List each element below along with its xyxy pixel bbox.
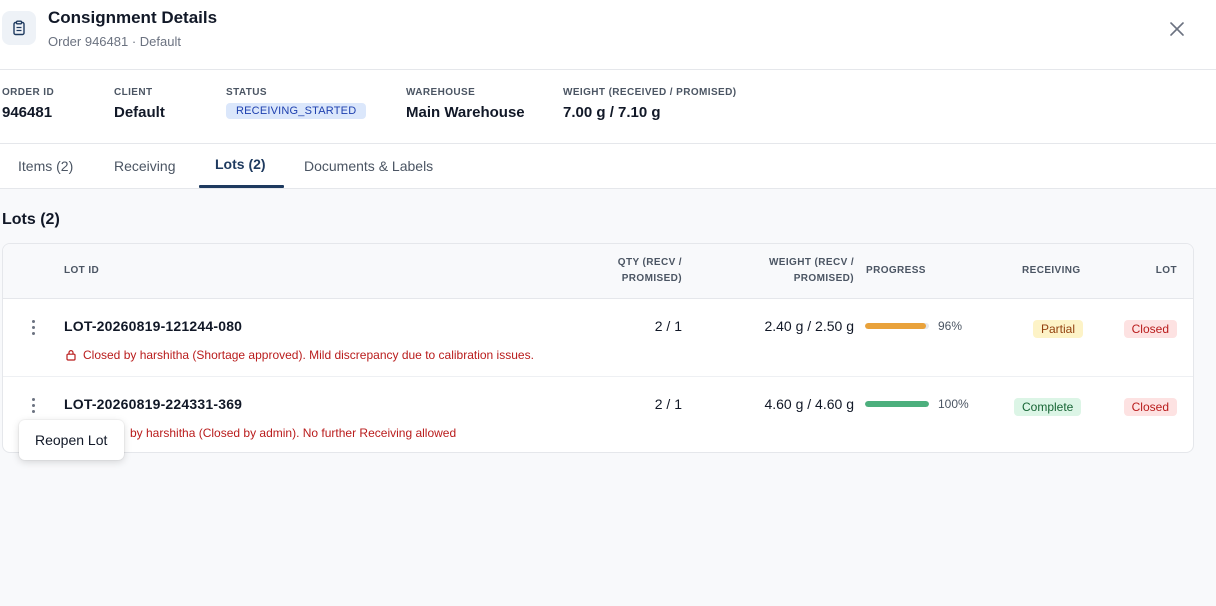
lot-status-badge: Closed [1123, 398, 1177, 416]
table-header: LOT ID QTY (RECV / PROMISED) WEIGHT (REC… [3, 244, 1193, 299]
lot-status-badge: Closed [1123, 320, 1177, 338]
table-row: LOT-20260819-121244-080 2 / 1 2.40 g / 2… [3, 299, 1193, 377]
warehouse-label: WAREHOUSE [406, 87, 476, 98]
active-tab-indicator [199, 185, 284, 188]
col-qty-line2: PROMISED) [621, 273, 682, 284]
page-subtitle: Order 946481 · Default [48, 34, 181, 49]
tab-items[interactable]: Items (2) [18, 158, 73, 174]
status-label: STATUS [226, 87, 267, 98]
close-button[interactable] [1166, 18, 1188, 40]
kebab-dot [31, 409, 35, 413]
client-value: Default [114, 104, 165, 121]
progress-percent: 96% [938, 319, 963, 333]
col-qty: QTY (RECV / PROMISED) [618, 255, 682, 287]
page-title: Consignment Details [48, 8, 218, 27]
tab-receiving[interactable]: Receiving [114, 158, 175, 174]
weight-field: WEIGHT (RECEIVED / PROMISED) 7.00 g / 7.… [563, 87, 736, 121]
reopen-lot-menu-item[interactable]: Reopen Lot [35, 432, 107, 448]
progress-bar [865, 401, 929, 407]
col-qty-line1: QTY (RECV / [617, 257, 682, 268]
order-id-label: ORDER ID [2, 87, 55, 98]
kebab-dot [31, 319, 35, 323]
lot-note-text: by harshitha (Closed by admin). No furth… [130, 426, 457, 440]
tab-documents-labels[interactable]: Documents & Labels [304, 158, 433, 174]
kebab-dot [31, 397, 35, 401]
tab-lots[interactable]: Lots (2) [215, 156, 266, 172]
client-field: CLIENT Default [114, 87, 165, 121]
receiving-badge: Partial [1033, 320, 1084, 338]
weight-label: WEIGHT (RECEIVED / PROMISED) [563, 87, 737, 98]
warehouse-field: WAREHOUSE Main Warehouse [406, 87, 525, 121]
progress-bar [865, 323, 929, 329]
order-id-field: ORDER ID 946481 [2, 87, 54, 121]
lot-qty: 2 / 1 [654, 396, 682, 412]
section-title: Lots (2) [2, 211, 60, 228]
order-id-value: 946481 [2, 104, 53, 121]
col-weight-line1: WEIGHT (RECV / [768, 257, 854, 268]
col-weight: WEIGHT (RECV / PROMISED) [769, 255, 854, 287]
col-progress: PROGRESS [866, 265, 926, 276]
lots-table: LOT ID QTY (RECV / PROMISED) WEIGHT (REC… [2, 243, 1194, 453]
row-actions-menu-button[interactable] [23, 316, 43, 338]
lot-note: by harshitha (Closed by admin). No furth… [130, 426, 456, 440]
col-lot: LOT [1155, 265, 1177, 276]
status-badge: RECEIVING_STARTED [226, 103, 367, 119]
col-receiving: RECEIVING [1022, 265, 1081, 276]
kebab-dot [31, 331, 35, 335]
lot-id: LOT-20260819-224331-369 [64, 396, 243, 412]
kebab-dot [31, 325, 35, 329]
col-weight-line2: PROMISED) [793, 273, 854, 284]
clipboard-icon [2, 11, 36, 45]
lock-icon [66, 350, 76, 361]
row-actions-menu-button[interactable] [23, 394, 43, 416]
progress-percent: 100% [938, 397, 969, 411]
lot-weight: 4.60 g / 4.60 g [764, 396, 854, 412]
row-context-menu: Reopen Lot [19, 420, 124, 460]
lots-panel: Lots (2) LOT ID QTY (RECV / PROMISED) WE… [0, 189, 1216, 606]
client-label: CLIENT [114, 87, 153, 98]
col-lot-id: LOT ID [64, 265, 100, 276]
status-field: STATUS RECEIVING_STARTED [226, 87, 367, 119]
lot-qty: 2 / 1 [654, 318, 682, 334]
lot-weight: 2.40 g / 2.50 g [764, 318, 854, 334]
lot-id: LOT-20260819-121244-080 [64, 318, 243, 334]
progress-fill [865, 323, 927, 329]
progress-fill [865, 401, 929, 407]
kebab-dot [31, 403, 35, 407]
table-row: LOT-20260819-224331-369 2 / 1 4.60 g / 4… [3, 377, 1193, 452]
receiving-badge: Complete [1014, 398, 1082, 416]
tab-bar: Items (2) Receiving Lots (2) Documents &… [0, 144, 1216, 189]
weight-value: 7.00 g / 7.10 g [563, 104, 661, 121]
order-summary: ORDER ID 946481 CLIENT Default STATUS RE… [0, 70, 1216, 144]
lot-note: Closed by harshitha (Shortage approved).… [65, 348, 534, 362]
close-icon [1170, 22, 1184, 36]
warehouse-value: Main Warehouse [406, 104, 525, 121]
modal-header: Consignment Details Order 946481 · Defau… [0, 0, 1216, 70]
lot-note-text: Closed by harshitha (Shortage approved).… [83, 348, 534, 362]
